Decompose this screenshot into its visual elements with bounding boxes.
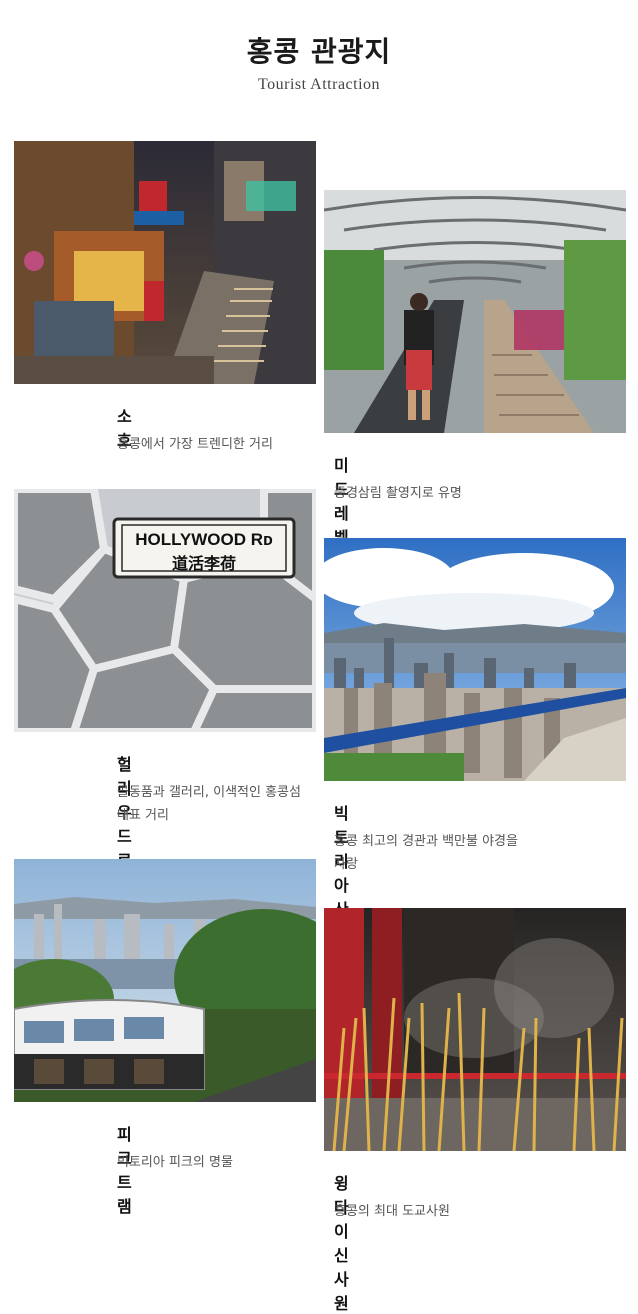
peak-tram-photo[interactable] [14, 859, 316, 1102]
page-title: 홍콩 관광지 [246, 35, 392, 68]
attraction-description: 홍콩 최고의 경관과 백만불 야경을 자랑 [334, 834, 518, 872]
attraction-description: 중경삼림 촬영지로 유명 [334, 486, 462, 501]
hollywood-sign-english: HOLLYWOOD Rᴅ [135, 530, 273, 549]
attraction-description: 골동품과 갤러리, 이색적인 홍콩섬 대표 거리 [117, 785, 301, 823]
hollywood-sign-chinese: 道活李荷 [172, 554, 236, 573]
attraction-description: 빅토리아 피크의 명물 [117, 1155, 233, 1170]
attraction-description: 홍콩의 최대 도교사원 [334, 1204, 450, 1219]
page-subtitle: Tourist Attraction [257, 76, 381, 93]
attraction-name[interactable]: 윙타이신 사원 [334, 1170, 349, 1314]
escalator-photo[interactable] [324, 190, 626, 433]
victoria-peak-photo[interactable] [324, 538, 626, 781]
attraction-description: 홍콩에서 가장 트렌디한 거리 [117, 437, 273, 452]
wong-tai-sin-photo[interactable] [324, 908, 626, 1151]
hollywood-road-photo[interactable]: HOLLYWOOD Rᴅ 道活李荷 [14, 489, 316, 732]
soho-photo[interactable] [14, 141, 316, 384]
